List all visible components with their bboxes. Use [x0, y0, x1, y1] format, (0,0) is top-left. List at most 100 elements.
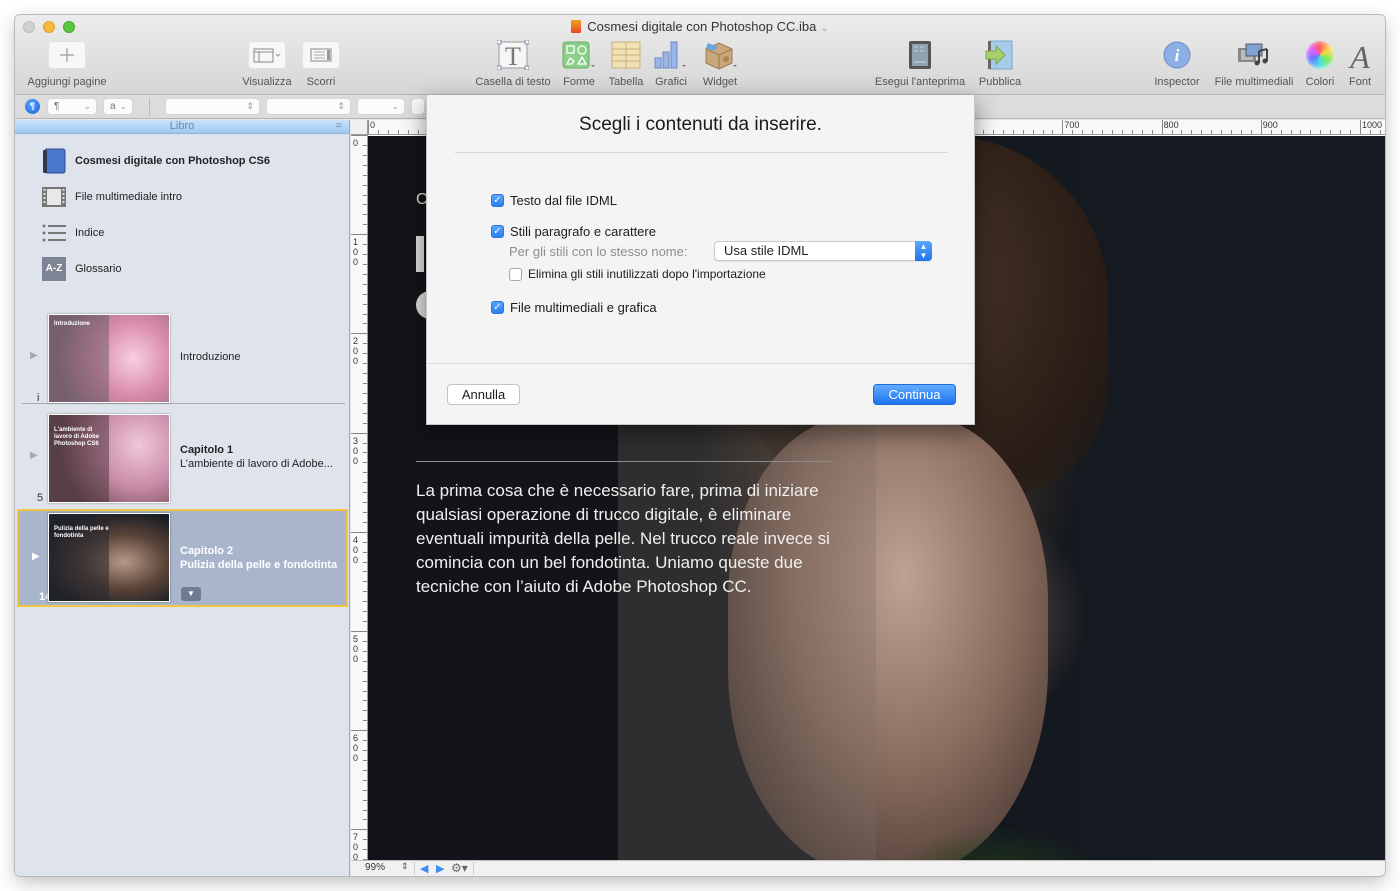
ruler-minor-tick	[363, 750, 367, 752]
ruler-minor-tick	[363, 472, 367, 474]
ruler-minor-tick	[1102, 130, 1104, 134]
colors-button[interactable]: Colori	[1300, 39, 1340, 88]
page-row-chapter-2[interactable]: ▶ 14 Pulizia della pelle e fondotinta Ca…	[17, 509, 348, 607]
ruler-minor-tick	[1082, 130, 1084, 134]
font-typeface-select[interactable]: ⇕	[266, 98, 351, 115]
divider	[149, 98, 150, 116]
next-page-icon[interactable]: ▶	[436, 862, 444, 875]
sidebar-item-intro-media[interactable]: File multimediale intro	[41, 184, 182, 210]
svg-text:i: i	[1175, 46, 1180, 65]
page-row-chapter-1[interactable]: ▶ 5 L'ambiente di lavoro di Adobe Photos…	[17, 410, 348, 506]
ruler-minor-tick	[363, 412, 367, 414]
ruler-minor-tick	[1270, 130, 1272, 134]
page-thumbnail: L'ambiente di lavoro di Adobe Photoshop …	[48, 414, 170, 503]
charts-button[interactable]: Grafici	[651, 39, 691, 88]
ruler-minor-tick	[363, 234, 367, 236]
ruler-minor-tick	[363, 581, 367, 583]
media-button[interactable]: File multimediali	[1208, 39, 1300, 88]
font-family-select[interactable]: ⇕	[165, 98, 260, 115]
text-box-icon: T	[470, 39, 556, 71]
ruler-minor-tick	[363, 521, 367, 523]
ruler-label: 700	[353, 832, 359, 860]
font-size-select[interactable]: ⌄	[357, 98, 405, 115]
popup-arrows-icon: ▲ ▼	[915, 241, 932, 261]
ruler-minor-tick	[1330, 130, 1332, 134]
inspector-button[interactable]: i Inspector	[1149, 39, 1205, 88]
font-button[interactable]: A Font	[1343, 39, 1377, 88]
sidebar-menu-icon[interactable]: =	[336, 120, 342, 133]
paragraph-style-select[interactable]: ¶ ⌄	[47, 98, 97, 115]
gear-icon[interactable]: ⚙▾	[451, 861, 468, 875]
ruler-minor-tick	[363, 769, 367, 771]
ruler-label: 700	[1064, 120, 1080, 130]
body-text[interactable]: La prima cosa che è necessario fare, pri…	[416, 479, 836, 599]
ruler-minor-tick	[363, 779, 367, 781]
ruler-minor-tick	[368, 130, 369, 134]
ruler-minor-tick	[1112, 130, 1113, 134]
ruler-minor-tick	[363, 809, 367, 811]
disclosure-triangle-icon[interactable]: ▶	[30, 350, 38, 361]
info-icon: i	[1149, 39, 1205, 71]
text-from-idml-checkbox[interactable]: ✓ Testo dal file IDML	[491, 193, 617, 208]
ruler-minor-tick	[363, 819, 367, 821]
ruler-minor-tick	[1022, 130, 1024, 134]
ruler-minor-tick	[1181, 130, 1183, 134]
ruler-minor-tick	[1221, 130, 1223, 134]
text-box-button[interactable]: T Casella di testo	[470, 39, 556, 88]
page-thumbnail: Pulizia della pelle e fondotinta	[48, 513, 170, 602]
ruler-minor-tick	[363, 174, 367, 176]
shapes-button[interactable]: Forme	[558, 39, 600, 88]
view-button[interactable]: Visualizza	[237, 39, 297, 88]
zoom-stepper-icon[interactable]: ⇕	[401, 861, 409, 872]
chevron-down-icon: ⌄	[820, 23, 829, 34]
scroll-button[interactable]: Scorri	[298, 39, 344, 88]
ruler-minor-tick	[1290, 130, 1292, 134]
previous-page-icon[interactable]: ◀	[420, 862, 428, 875]
ruler-minor-tick	[363, 333, 367, 335]
table-button[interactable]: Tabella	[604, 39, 648, 88]
sidebar-item-book[interactable]: Cosmesi digitale con Photoshop CS6	[41, 148, 270, 174]
ruler-minor-tick	[363, 601, 367, 603]
media-graphics-checkbox[interactable]: ✓ File multimediali e grafica	[491, 300, 657, 315]
ruler-minor-tick	[363, 254, 367, 256]
ruler-label: 500	[353, 634, 359, 664]
page-row-intro[interactable]: ▶ i Introduzione Introduzione	[17, 310, 348, 406]
dialog-title: Scegli i contenuti da inserire.	[579, 114, 822, 135]
paragraph-icon[interactable]: ¶	[25, 99, 40, 114]
widget-button[interactable]: Widget	[698, 39, 742, 88]
status-bar: 99% ⇕ ◀ ▶ ⚙▾	[351, 860, 1385, 876]
sidebar-item-index[interactable]: Indice	[41, 220, 104, 246]
ruler-minor-tick	[363, 313, 367, 315]
delete-unused-styles-checkbox[interactable]: Elimina gli stili inutilizzati dopo l'im…	[509, 267, 766, 281]
ruler-minor-tick	[1141, 130, 1143, 134]
paragraph-char-styles-checkbox[interactable]: ✓ Stili paragrafo e carattere	[491, 224, 656, 239]
ruler-minor-tick	[363, 144, 367, 146]
character-style-select[interactable]: a ⌄	[103, 98, 133, 115]
ruler-minor-tick	[1350, 130, 1352, 134]
publish-button[interactable]: Pubblica	[973, 39, 1027, 88]
add-pages-button[interactable]: Aggiungi pagine	[23, 39, 111, 88]
disclosure-triangle-icon[interactable]: ▶	[30, 450, 38, 461]
page-thumbnail: Introduzione	[48, 314, 170, 403]
font-icon: A	[1343, 39, 1377, 71]
page-options-button[interactable]: ▼	[181, 587, 201, 601]
disclosure-triangle-icon[interactable]: ▶	[32, 551, 40, 562]
sidebar-item-glossary[interactable]: A-Z Glossario	[41, 256, 121, 282]
continue-button[interactable]: Continua	[873, 384, 956, 405]
zoom-level[interactable]: 99%	[365, 862, 385, 873]
ruler-minor-tick	[363, 561, 367, 563]
ruler-minor-tick	[363, 730, 367, 732]
vertical-ruler[interactable]: 0 100 200 300 400 500 600 700	[351, 135, 368, 860]
window-title[interactable]: Cosmesi digitale con Photoshop CC.iba ⌄	[15, 19, 1385, 34]
ruler-label: 100	[353, 237, 359, 268]
cancel-button[interactable]: Annulla	[447, 384, 520, 405]
same-name-styles-select[interactable]: Usa stile IDML ▲ ▼	[714, 241, 932, 261]
ruler-minor-tick	[1369, 130, 1371, 134]
ruler-minor-tick	[1211, 130, 1213, 134]
ruler-minor-tick	[363, 343, 367, 345]
ruler-minor-tick	[363, 452, 367, 454]
table-icon	[604, 39, 648, 71]
ruler-minor-tick	[1191, 130, 1193, 134]
preview-button[interactable]: Esegui l'anteprima	[870, 39, 970, 88]
text-color-well[interactable]	[411, 98, 425, 115]
